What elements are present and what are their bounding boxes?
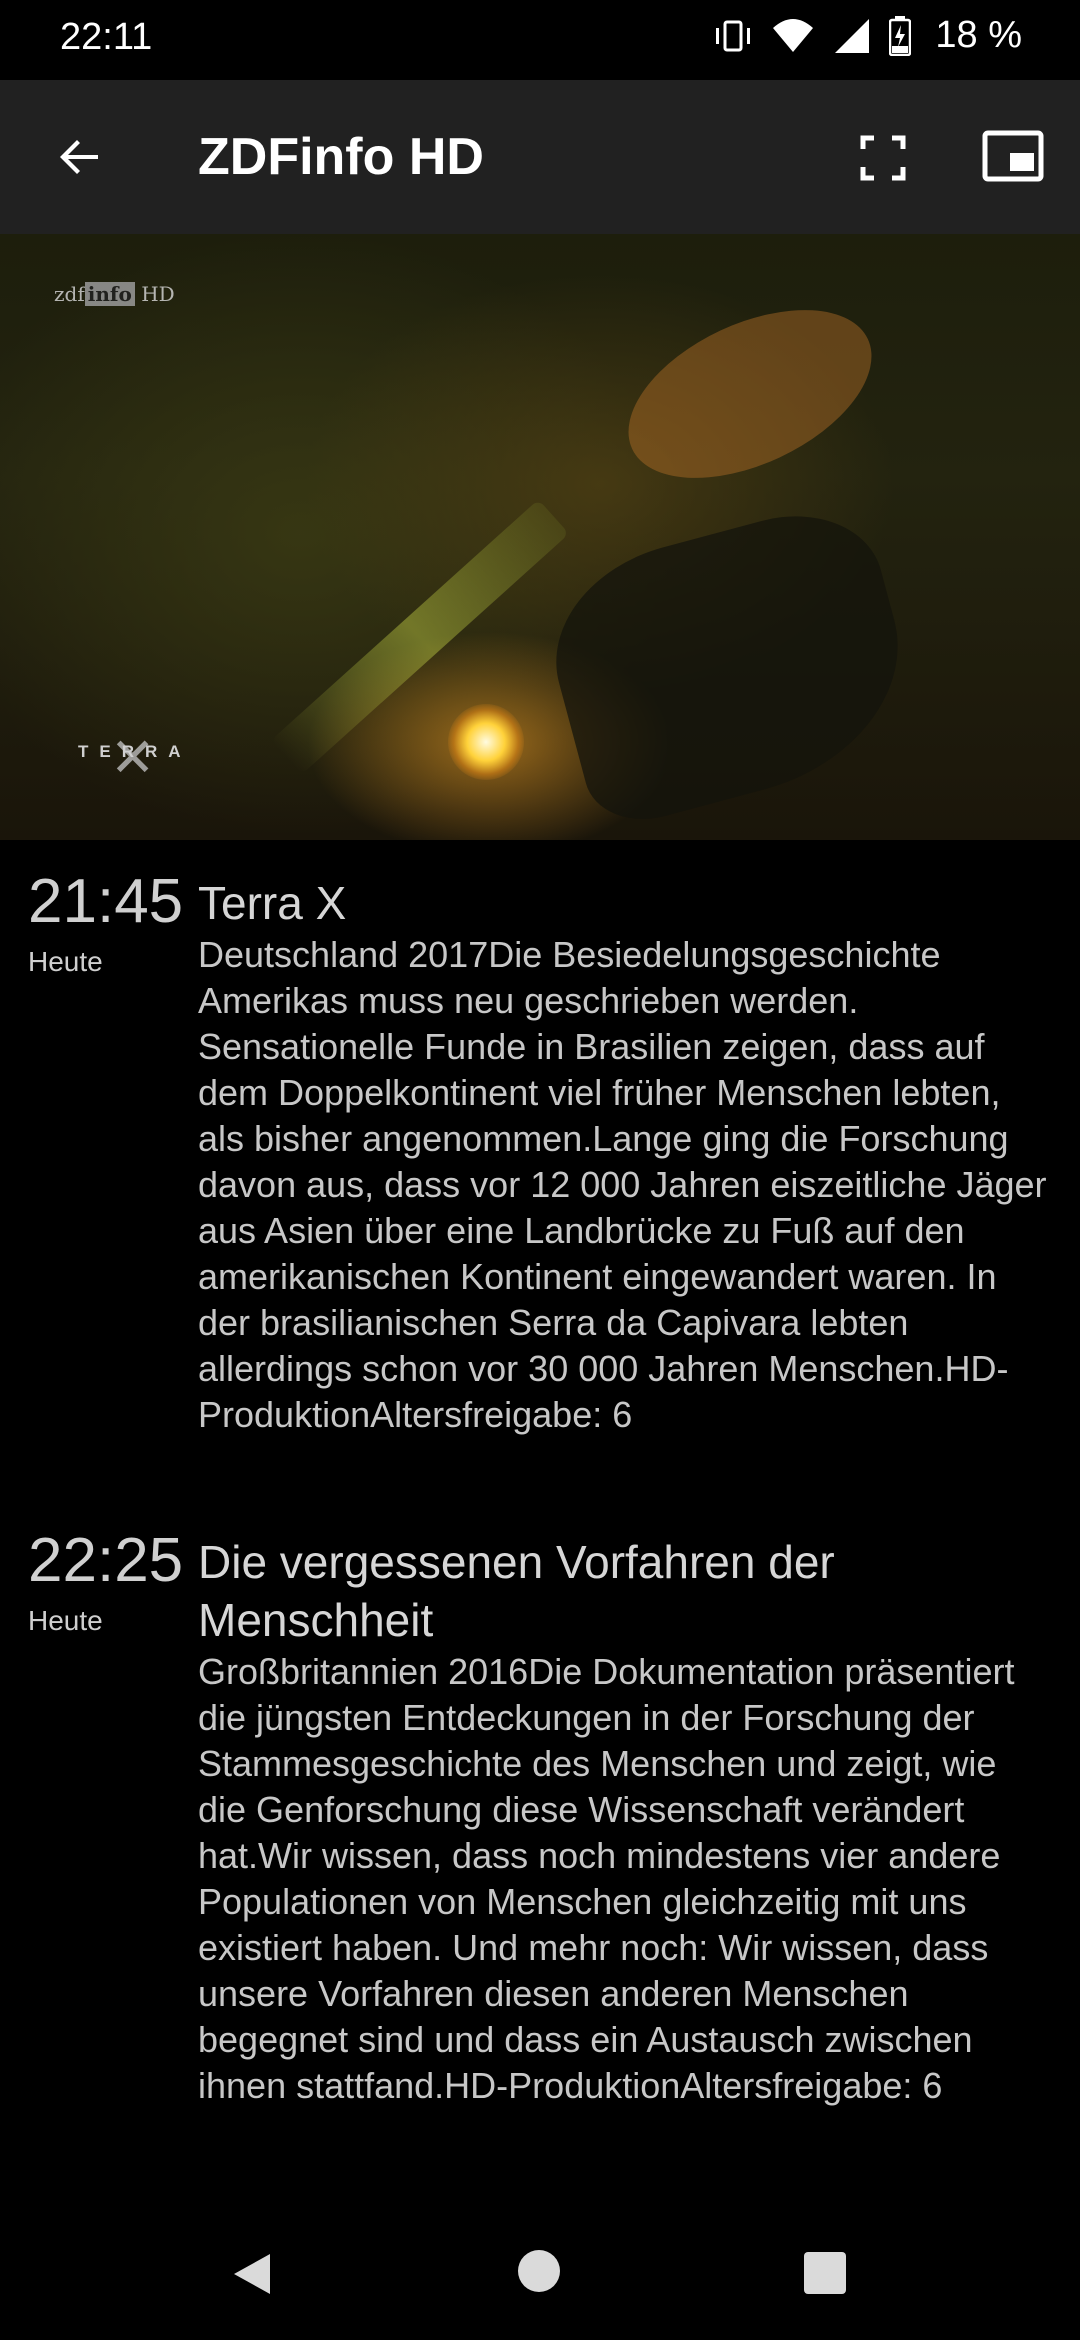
nav-recents-icon[interactable] bbox=[804, 2252, 846, 2294]
back-arrow-icon bbox=[60, 140, 98, 174]
program-time: 21:45 bbox=[28, 867, 184, 936]
nav-back-button[interactable] bbox=[232, 2252, 272, 2301]
fullscreen-button[interactable] bbox=[858, 133, 908, 183]
back-button[interactable] bbox=[48, 125, 112, 189]
battery-charging-icon bbox=[889, 15, 912, 56]
nav-home-icon[interactable] bbox=[518, 2250, 560, 2292]
video-player[interactable]: zdf info HD ✕ TERRA bbox=[0, 234, 1080, 840]
program-description: Deutschland 2017⁣Die Besiedelungsgeschic… bbox=[198, 934, 1047, 1435]
signal-icon bbox=[833, 17, 871, 55]
video-frame-beam bbox=[270, 499, 570, 775]
video-frame-shape bbox=[602, 275, 898, 513]
status-bar: 22:11 18 % bbox=[0, 0, 1080, 80]
wifi-icon bbox=[771, 16, 815, 56]
program-day: Heute bbox=[28, 946, 103, 977]
vibrate-icon bbox=[713, 16, 753, 56]
video-frame-rock bbox=[532, 494, 928, 834]
program-time: 22:25 bbox=[28, 1526, 184, 1595]
show-logo: TERRA bbox=[78, 742, 192, 761]
picture-in-picture-icon bbox=[982, 130, 1044, 182]
video-frame-light bbox=[448, 704, 524, 780]
status-icons: 18 % bbox=[713, 14, 1022, 57]
program-day: Heute bbox=[28, 1605, 103, 1636]
picture-in-picture-button[interactable] bbox=[982, 129, 1044, 185]
app-bar: ZDFinfo HD bbox=[0, 80, 1080, 234]
status-time: 22:11 bbox=[60, 16, 153, 58]
nav-back-icon bbox=[234, 2254, 270, 2294]
program-description: Großbritannien 2016⁣Die Dokumentation pr… bbox=[198, 1651, 1015, 2106]
program-title: Terra X bbox=[198, 877, 347, 929]
channel-title: ZDFinfo HD bbox=[198, 128, 484, 186]
fullscreen-icon bbox=[860, 135, 906, 181]
system-nav-bar bbox=[0, 2200, 1080, 2340]
battery-percent: 18 % bbox=[935, 14, 1022, 56]
channel-logo: zdf info HD bbox=[54, 282, 175, 306]
program-title: Die vergessenen Vorfahren der Menschheit bbox=[198, 1536, 835, 1646]
